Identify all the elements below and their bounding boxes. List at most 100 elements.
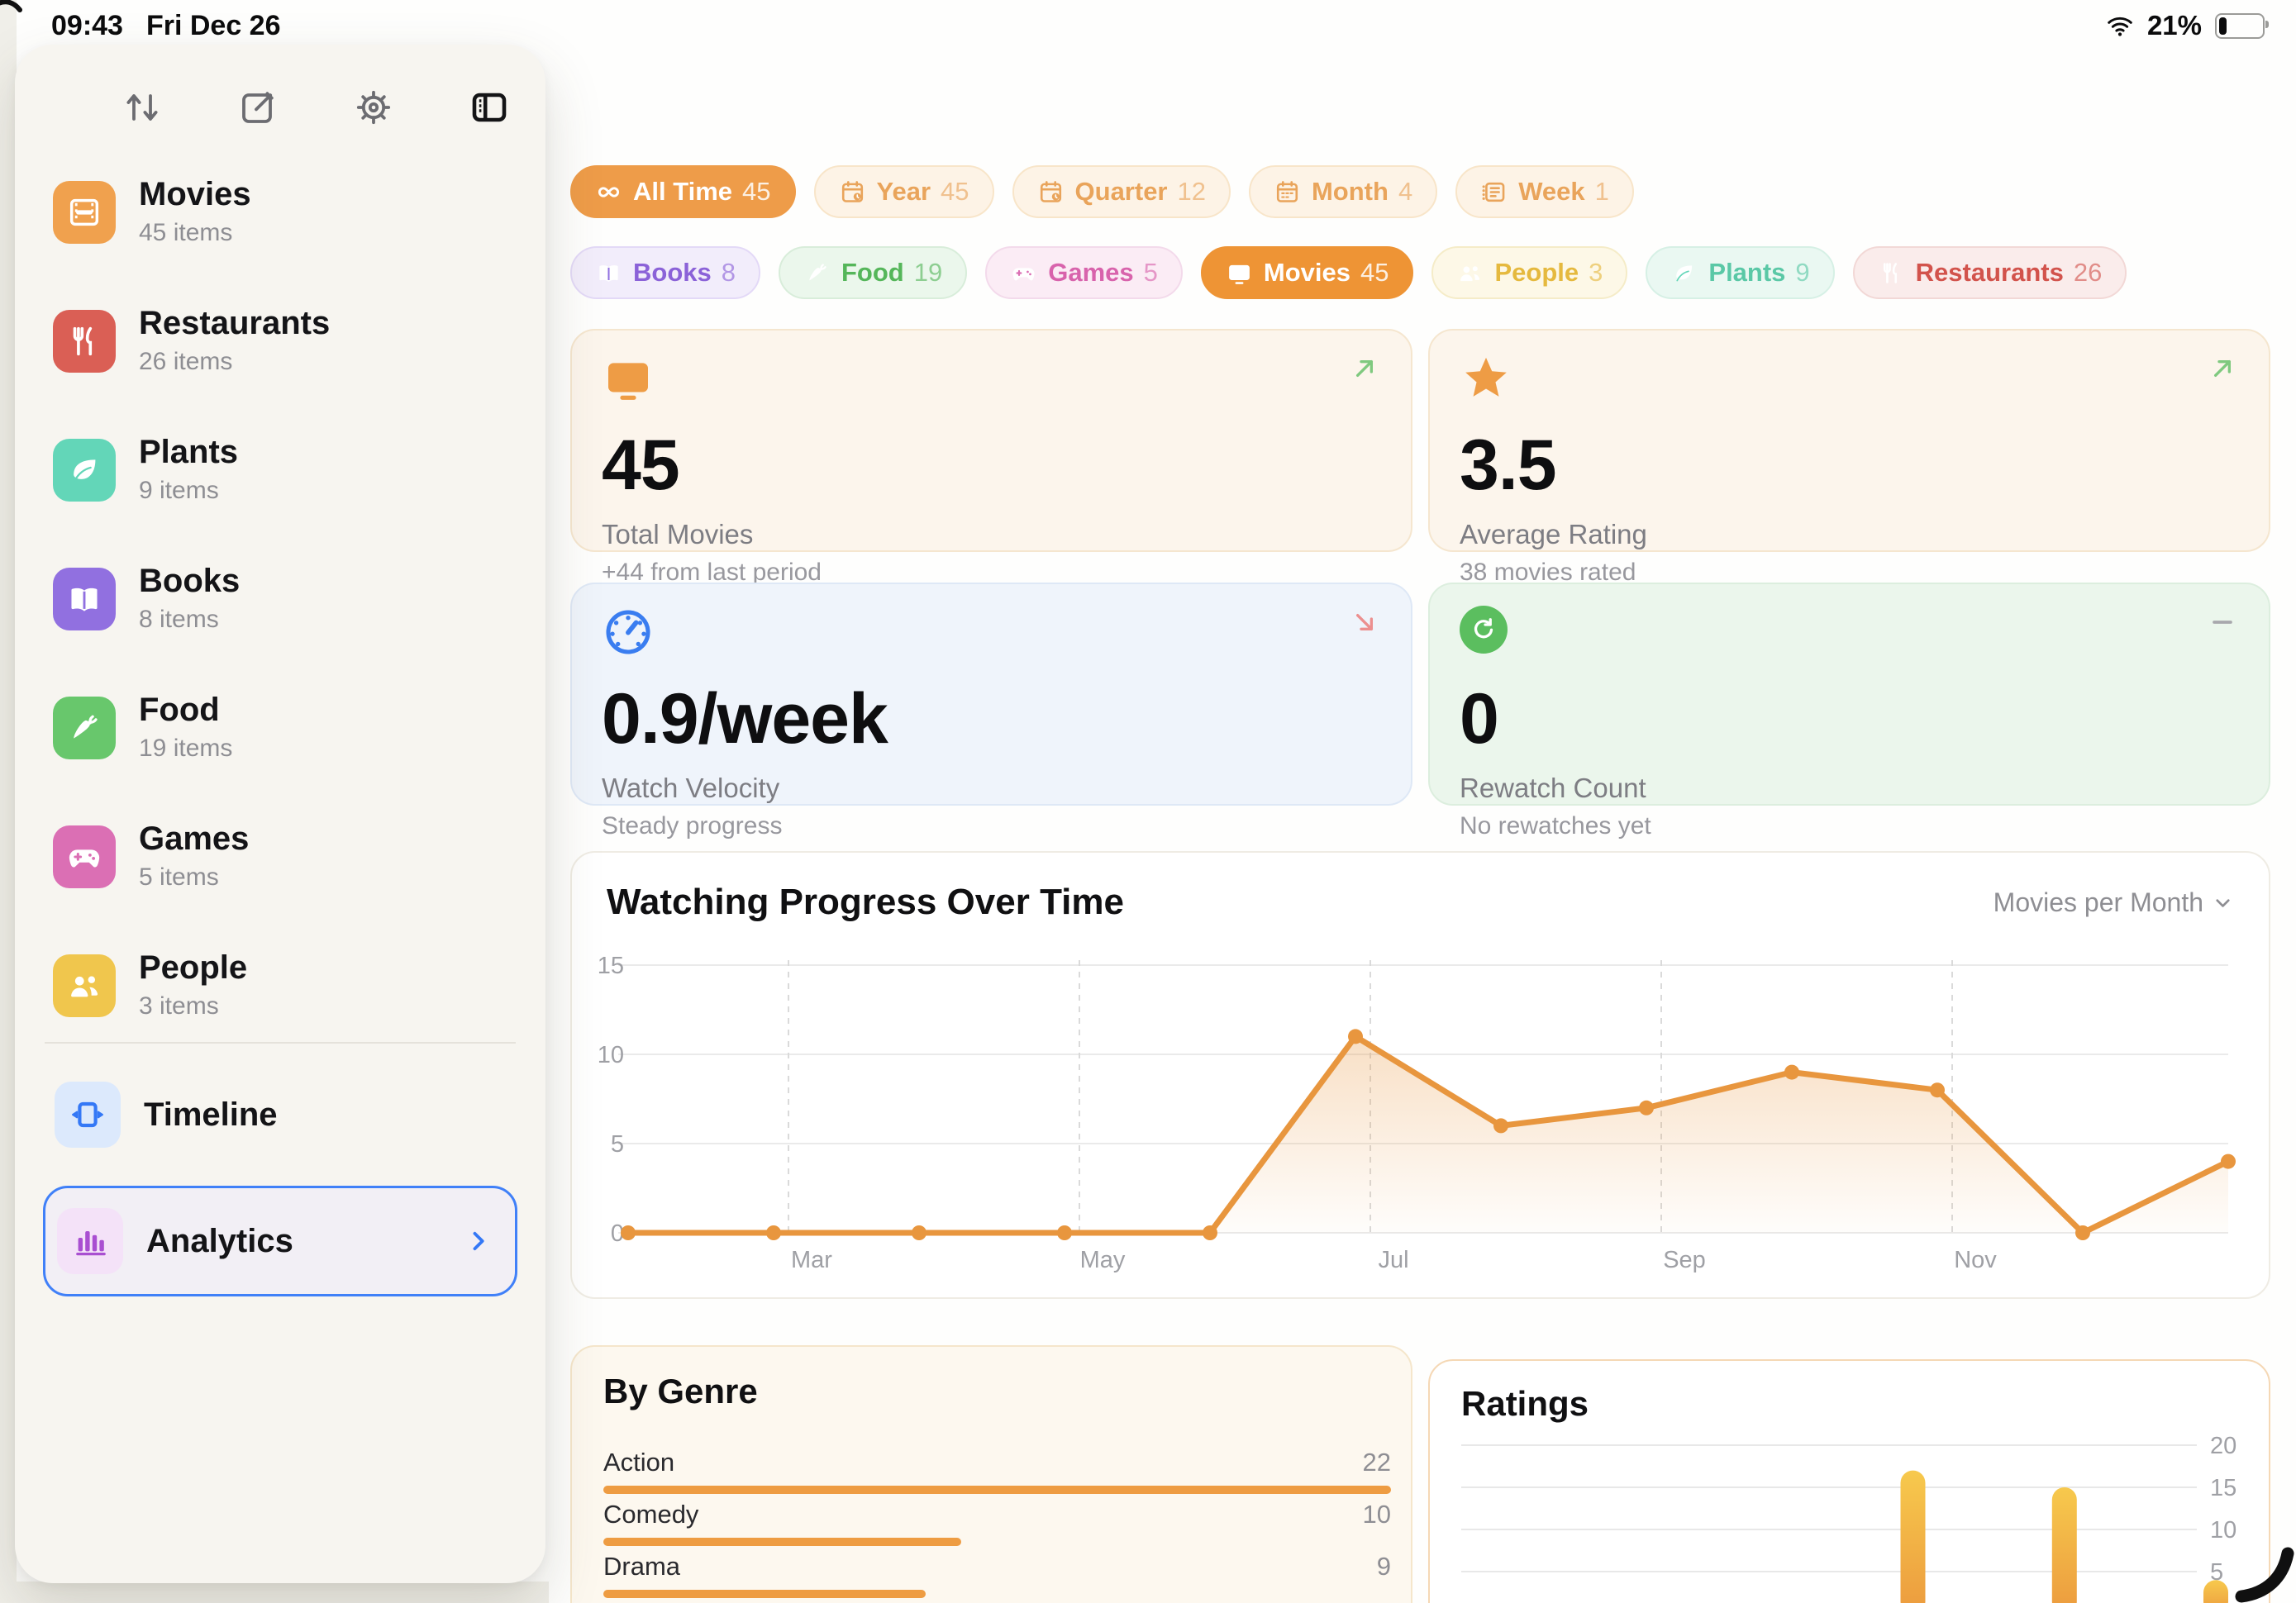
sidebar-toolbar [15,86,545,129]
by-genre-card: By Genre Action22Comedy10Drama9Thriller7 [570,1345,1412,1603]
category-chip-plants[interactable]: Plants9 [1646,246,1834,299]
chip-count: 1 [1595,177,1609,207]
sidebar-item-text: Plants9 items [139,435,238,505]
sidebar-panel: Movies45 items Restaurants26 items Plants9… [15,45,545,1583]
chip-label: Games [1048,258,1133,288]
sidebar-item-movies[interactable]: Movies45 items [53,177,507,247]
sidebar-item-label: Games [139,821,249,856]
category-chip-books[interactable]: Books8 [570,246,760,299]
time-chip-month[interactable]: Month 4 [1249,165,1437,218]
chip-label: All Time [633,177,732,207]
sidebar-item-label: Analytics [146,1223,293,1260]
chip-count: 12 [1178,177,1206,207]
stat-card-header [1460,352,2239,415]
food-icon [53,697,116,759]
svg-text:10: 10 [2210,1517,2236,1544]
category-chip-games[interactable]: Games 5 [985,246,1183,299]
stat-label: Average Rating [1460,519,2239,550]
category-chip-people[interactable]: People 3 [1431,246,1627,299]
book-icon [595,259,622,287]
sidebar-item-analytics[interactable]: Analytics [43,1186,517,1296]
chip-count: 3 [1589,258,1603,288]
by-genre-title: By Genre [603,1372,1391,1411]
sidebar-item-count: 8 items [139,606,240,634]
trend-up-icon [1348,352,1381,385]
sidebar-item-plants[interactable]: Plants9 items [53,435,507,505]
gauge-icon [602,606,655,659]
sidebar-item-count: 5 items [139,863,249,892]
time-filter-row: All Time45 Year45 Quarter 12 Month 4 Week1 [570,165,1634,218]
genre-row-line: Drama9 [603,1552,1391,1582]
stat-cards-grid: 45Total Movies+44 from last period3.5Ave… [570,329,2270,806]
sidebar-item-people[interactable]: People3 items [53,950,507,1020]
chart-unit-dropdown[interactable]: Movies per Month [1994,887,2234,918]
category-chip-movies[interactable]: Movies 45 [1201,246,1414,299]
chip-count: 45 [1360,258,1389,288]
stat-card-watch-velocity: 0.9/weekWatch VelocitySteady progress [570,583,1412,806]
progress-chart-card: Watching Progress Over Time Movies per M… [570,851,2270,1299]
category-filter-row: Books8 Food19 Games 5 Movies 45 People 3 Plants9… [570,246,2127,299]
stat-subtext: Steady progress [602,812,1381,840]
svg-text:Sep: Sep [1663,1247,1706,1273]
leaf-icon [1670,259,1698,287]
plants-icon [53,439,116,502]
watching-progress-line-chart: 051015MarMayJulSepNov [607,935,2237,1281]
tv-icon [602,352,655,405]
sidebar-item-books[interactable]: Books8 items [53,564,507,634]
genre-row-drama: Drama9 [603,1552,1391,1598]
stat-subtext: No rewatches yet [1460,812,2239,840]
sidebar-item-label: Movies [139,177,251,212]
svg-text:May: May [1080,1247,1126,1273]
sidebar-item-restaurants[interactable]: Restaurants26 items [53,306,507,376]
calendar-badge-icon [1037,178,1065,206]
chip-count: 9 [1795,258,1809,288]
category-chip-restaurants[interactable]: Restaurants26 [1853,246,2127,299]
time-chip-all-time[interactable]: All Time45 [570,165,796,218]
refresh-icon [1460,606,1508,654]
svg-text:15: 15 [2210,1475,2236,1501]
sidebar-item-timeline[interactable]: Timeline [43,1065,517,1164]
genre-bar [603,1590,926,1598]
chip-count: 26 [2074,258,2102,288]
bar-chart-icon [57,1208,123,1274]
svg-text:20: 20 [2210,1433,2236,1459]
sidebar-item-games[interactable]: Games 5 items [53,821,507,892]
chip-label: Quarter [1075,177,1168,207]
time-chip-quarter[interactable]: Quarter 12 [1012,165,1231,218]
sidebar-item-text: Food19 items [139,692,232,763]
sort-icon[interactable] [122,88,162,127]
stat-value: 3.5 [1460,430,2239,501]
refresh-circle [1460,606,1508,654]
time-chip-year[interactable]: Year45 [814,165,994,218]
chip-count: 8 [722,258,736,288]
ratings-bar-chart: 05101520 [1461,1434,2251,1603]
compose-icon[interactable] [238,88,278,127]
genre-bar-list: Action22Comedy10Drama9Thriller7 [603,1448,1391,1603]
status-bar: 09:43 Fri Dec 26 21% [0,0,2296,46]
genre-bar [603,1486,1391,1494]
genre-value: 9 [1377,1552,1391,1582]
star-icon [1460,352,1512,405]
sidebar-item-count: 19 items [139,735,232,763]
svg-text:Mar: Mar [791,1247,832,1273]
toggle-sidebar-icon[interactable] [469,88,509,127]
svg-text:Jul: Jul [1378,1247,1408,1273]
genre-bar [603,1538,961,1546]
genre-row-line: Action22 [603,1448,1391,1477]
fork-knife-icon [1878,259,1905,287]
background-gutter-bottom [0,1582,549,1603]
calendar-badge-icon [839,178,866,206]
chip-label: People [1494,258,1579,288]
trend-down-icon [1348,606,1381,639]
chip-label: Month [1312,177,1389,207]
ratings-card: Ratings 05101520 [1428,1359,2270,1603]
infinity-icon [595,178,622,206]
genre-label: Action [603,1448,674,1477]
chip-label: Movies [1264,258,1350,288]
sidebar-item-food[interactable]: Food19 items [53,692,507,763]
chip-count: 5 [1144,258,1158,288]
category-chip-food[interactable]: Food19 [779,246,967,299]
chip-count: 4 [1398,177,1412,207]
time-chip-week[interactable]: Week1 [1455,165,1634,218]
settings-gear-icon[interactable] [354,88,393,127]
